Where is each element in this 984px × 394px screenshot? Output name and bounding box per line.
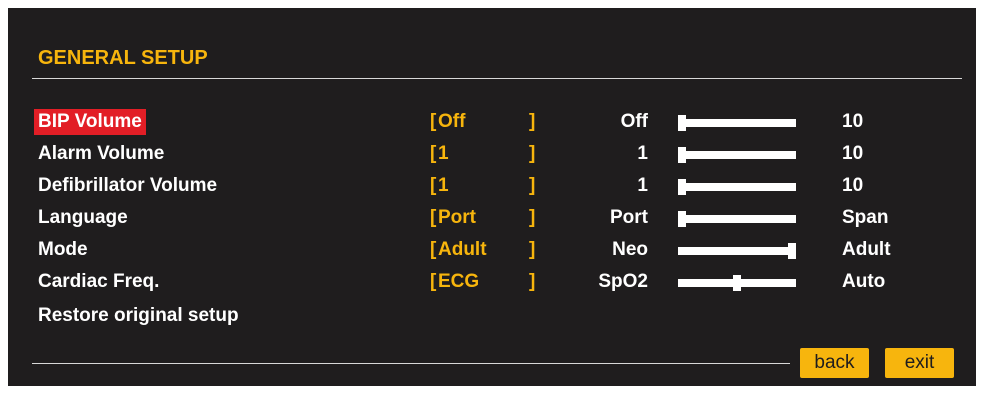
value-bracket-open: [ [430,111,437,132]
slider-track[interactable] [678,275,796,291]
slider-min-label: 1 [637,175,648,196]
slider-max-label: 10 [842,175,864,196]
value-bracket-open: [ [430,207,437,228]
title-divider [32,78,962,79]
slider-min-label: SpO2 [598,271,648,292]
slider-min-label: Neo [612,239,648,260]
setting-label[interactable]: BIP Volume [34,109,146,135]
slider-track[interactable] [678,147,796,163]
slider-handle[interactable] [733,275,741,291]
current-value[interactable]: Adult [438,237,487,263]
slider-track[interactable] [678,179,796,195]
setting-row[interactable]: Alarm Volume [1] 1 10 [8,139,976,171]
value-bracket-close: ] [529,143,536,164]
slider-min-label: 1 [637,143,648,164]
slider-min-label: Off [620,111,648,132]
page-title: GENERAL SETUP [38,47,208,69]
value-bracket-close: ] [529,239,536,260]
bottom-divider [32,363,790,364]
slider-max-label: Span [842,207,889,228]
current-value[interactable]: ECG [438,269,479,295]
slider-handle[interactable] [788,243,796,259]
slider-track[interactable] [678,115,796,131]
slider-handle[interactable] [678,147,686,163]
slider-handle[interactable] [678,115,686,131]
setting-label[interactable]: Alarm Volume [34,141,168,167]
setting-row[interactable]: BIP Volume[Off] Off 10 [8,107,976,139]
current-value[interactable]: Off [438,109,465,135]
slider-min-label: Port [610,207,648,228]
setting-label[interactable]: Defibrillator Volume [34,173,221,199]
setting-label[interactable]: Mode [34,237,92,263]
slider-track[interactable] [678,243,796,259]
exit-button[interactable]: exit [885,348,954,378]
slider-max-label: 10 [842,143,864,164]
setting-row[interactable]: Mode[Adult] Neo Adult [8,235,976,267]
setting-label[interactable]: Cardiac Freq. [34,269,163,295]
current-value[interactable]: Port [438,205,476,231]
slider-max-label: 10 [842,111,864,132]
setup-screen: GENERAL SETUP BIP Volume[Off] Off 10 Alarm … [8,8,976,386]
slider-handle[interactable] [678,179,686,195]
slider-max-label: Auto [842,271,886,292]
value-bracket-close: ] [529,207,536,228]
back-button[interactable]: back [800,348,869,378]
slider-track[interactable] [678,211,796,227]
setting-row[interactable]: Cardiac Freq. [ECG] SpO2 Auto [8,267,976,299]
value-bracket-open: [ [430,175,437,196]
value-bracket-close: ] [529,111,536,132]
setting-row[interactable]: Defibrillator Volume [1] 1 10 [8,171,976,203]
value-bracket-open: [ [430,271,437,292]
setting-row[interactable]: Language[Port] Port Span [8,203,976,235]
current-value[interactable]: 1 [438,173,449,199]
value-bracket-close: ] [529,271,536,292]
current-value[interactable]: 1 [438,141,449,167]
value-bracket-close: ] [529,175,536,196]
value-bracket-open: [ [430,143,437,164]
slider-handle[interactable] [678,211,686,227]
slider-max-label: Adult [842,239,891,260]
value-bracket-open: [ [430,239,437,260]
restore-original-setup[interactable]: Restore original setup [38,305,239,327]
setting-label[interactable]: Language [34,205,132,231]
